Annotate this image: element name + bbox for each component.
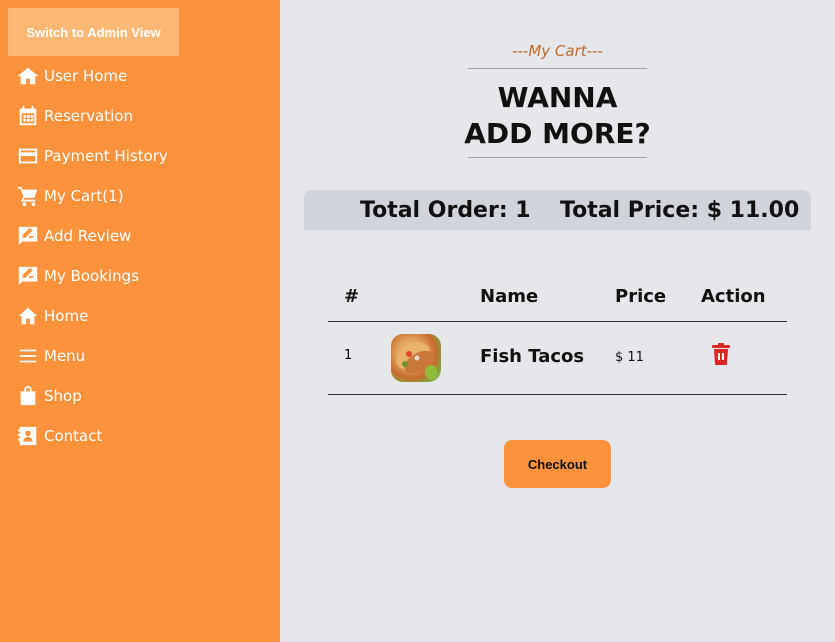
table-header: # Name Price Action — [328, 276, 787, 322]
page-title-line1: WANNA — [497, 81, 618, 114]
item-price: $ 11 — [615, 350, 644, 365]
trash-icon[interactable] — [711, 343, 731, 365]
sidebar-item-label: My Cart(1) — [44, 187, 124, 205]
sidebar-item-add-review[interactable]: Add Review — [16, 216, 280, 256]
divider — [468, 157, 647, 158]
sidebar-item-label: Add Review — [44, 227, 132, 245]
total-price: Total Price: $ 11.00 — [560, 197, 800, 223]
contact-book-icon — [16, 424, 40, 448]
sidebar-item-label: Contact — [44, 427, 103, 445]
credit-card-icon — [16, 144, 40, 168]
sidebar-item-label: Reservation — [44, 107, 133, 125]
item-name: Fish Tacos — [480, 346, 585, 367]
sidebar-item-label: Home — [44, 307, 89, 325]
sidebar-item-label: Shop — [44, 387, 82, 405]
sidebar-item-payment-history[interactable]: Payment History — [16, 136, 280, 176]
row-index: 1 — [344, 348, 353, 363]
column-header-name: Name — [480, 286, 539, 307]
home-icon — [16, 64, 40, 88]
sidebar-item-label: My Bookings — [44, 267, 139, 285]
page-title-line2: ADD MORE? — [464, 117, 651, 150]
sidebar-nav: User Home Reservation Payment History My… — [16, 56, 280, 456]
page-subtitle: ---My Cart--- — [512, 42, 603, 60]
review-icon — [16, 224, 40, 248]
cart-page: ---My Cart--- WANNA ADD MORE? Total Orde… — [280, 0, 835, 642]
review-icon — [16, 264, 40, 288]
sidebar-item-contact[interactable]: Contact — [16, 416, 280, 456]
sidebar-item-menu[interactable]: Menu — [16, 336, 280, 376]
sidebar-item-label: Menu — [44, 347, 86, 365]
calendar-icon — [16, 104, 40, 128]
table-row: 1 Fish Tacos $ 11 — [328, 322, 787, 395]
sidebar-item-label: Payment History — [44, 147, 168, 165]
home-icon — [16, 304, 40, 328]
cart-icon — [16, 184, 40, 208]
sidebar-item-label: User Home — [44, 67, 128, 85]
shopping-bag-icon — [16, 384, 40, 408]
sidebar-item-shop[interactable]: Shop — [16, 376, 280, 416]
divider — [468, 68, 647, 69]
column-header-index: # — [344, 286, 360, 307]
fish-tacos-image — [391, 334, 441, 382]
cart-table: # Name Price Action 1 Fish Tacos $ 11 — [328, 276, 787, 395]
sidebar-item-user-home[interactable]: User Home — [16, 56, 280, 96]
menu-icon — [16, 344, 40, 368]
sidebar: Switch to Admin View User Home Reservati… — [0, 0, 280, 642]
page-title: WANNA ADD MORE? — [430, 80, 685, 152]
checkout-button[interactable]: Checkout — [504, 440, 611, 488]
cart-summary: Total Order: 1 Total Price: $ 11.00 — [304, 190, 811, 230]
sidebar-item-my-cart[interactable]: My Cart(1) — [16, 176, 280, 216]
switch-admin-view-button[interactable]: Switch to Admin View — [8, 8, 179, 56]
column-header-price: Price — [615, 286, 667, 307]
sidebar-item-my-bookings[interactable]: My Bookings — [16, 256, 280, 296]
total-order: Total Order: 1 — [360, 197, 531, 223]
column-header-action: Action — [701, 286, 766, 307]
sidebar-item-reservation[interactable]: Reservation — [16, 96, 280, 136]
sidebar-item-home[interactable]: Home — [16, 296, 280, 336]
